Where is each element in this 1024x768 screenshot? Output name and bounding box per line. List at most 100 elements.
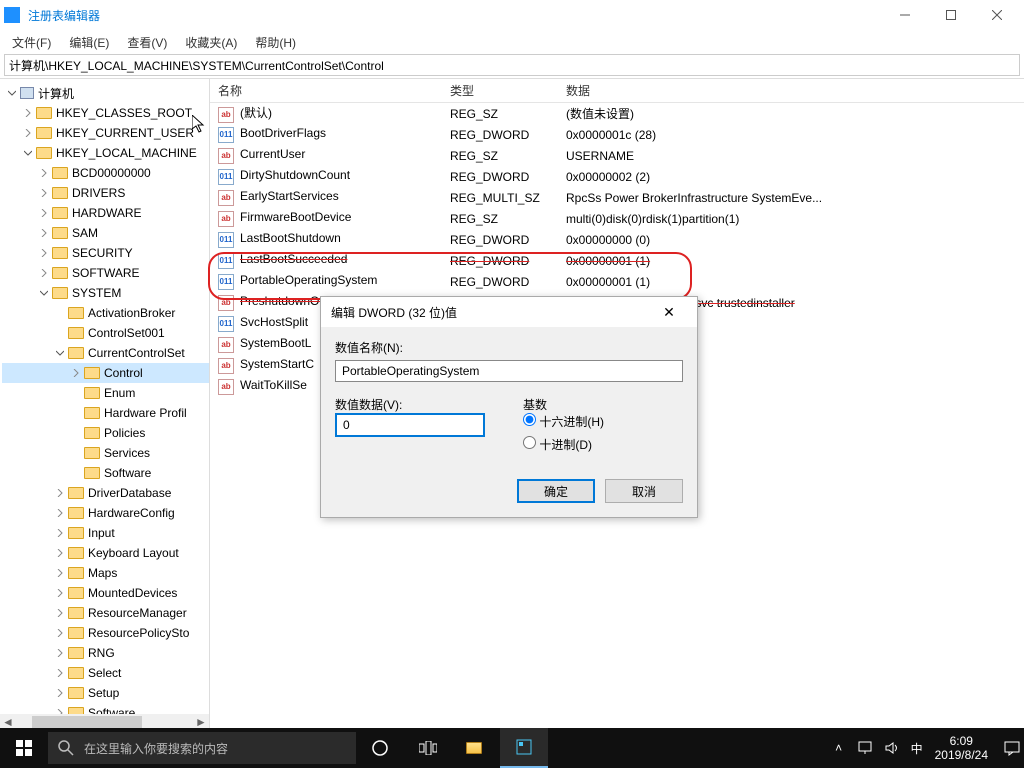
menu-view[interactable]: 查看(V) — [121, 32, 173, 53]
tree-node[interactable]: Services — [2, 443, 209, 463]
tree-node[interactable]: Setup — [2, 683, 209, 703]
tree-node[interactable]: Maps — [2, 563, 209, 583]
tree-node[interactable]: Hardware Profil — [2, 403, 209, 423]
tree-node[interactable]: DriverDatabase — [2, 483, 209, 503]
key-tree[interactable]: 计算机HKEY_CLASSES_ROOTHKEY_CURRENT_USERHKE… — [0, 79, 210, 730]
dialog-titlebar[interactable]: 编辑 DWORD (32 位)值 ✕ — [321, 297, 697, 327]
folder-icon — [52, 167, 68, 179]
string-value-icon: ab — [218, 379, 234, 395]
tree-node[interactable]: HKEY_CLASSES_ROOT — [2, 103, 209, 123]
address-bar[interactable]: 计算机\HKEY_LOCAL_MACHINE\SYSTEM\CurrentCon… — [4, 54, 1020, 76]
list-item[interactable]: 011PortableOperatingSystem REG_DWORD 0x0… — [210, 271, 1024, 292]
list-item[interactable]: 011LastBootShutdown REG_DWORD 0x00000000… — [210, 229, 1024, 250]
cancel-button[interactable]: 取消 — [605, 479, 683, 503]
ime-indicator[interactable]: 中 — [909, 740, 925, 756]
search-placeholder: 在这里输入你要搜索的内容 — [84, 740, 228, 757]
menu-file[interactable]: 文件(F) — [6, 32, 57, 53]
address-text: 计算机\HKEY_LOCAL_MACHINE\SYSTEM\CurrentCon… — [9, 57, 384, 74]
minimize-button[interactable] — [882, 0, 928, 30]
tree-node[interactable]: HKEY_CURRENT_USER — [2, 123, 209, 143]
folder-icon — [68, 327, 84, 339]
menu-help[interactable]: 帮助(H) — [249, 32, 302, 53]
tree-node[interactable]: 计算机 — [2, 83, 209, 103]
action-center-icon[interactable] — [1004, 740, 1020, 756]
search-icon — [58, 740, 74, 756]
radix-dec-radio[interactable]: 十进制(D) — [523, 436, 683, 453]
tree-node[interactable]: HARDWARE — [2, 203, 209, 223]
menubar: 文件(F) 编辑(E) 查看(V) 收藏夹(A) 帮助(H) — [0, 30, 1024, 54]
value-name-field[interactable] — [335, 360, 683, 382]
list-item[interactable]: 011LastBootSucceeded REG_DWORD 0x0000000… — [210, 250, 1024, 271]
explorer-icon[interactable] — [452, 728, 500, 768]
maximize-button[interactable] — [928, 0, 974, 30]
taskview-icon[interactable] — [404, 728, 452, 768]
dialog-close-button[interactable]: ✕ — [651, 297, 687, 327]
folder-icon — [84, 447, 100, 459]
col-data[interactable]: 数据 — [558, 82, 1024, 99]
menu-edit[interactable]: 编辑(E) — [63, 32, 115, 53]
tree-node[interactable]: Keyboard Layout — [2, 543, 209, 563]
volume-icon[interactable] — [883, 740, 899, 756]
taskbar-search[interactable]: 在这里输入你要搜索的内容 — [48, 732, 356, 764]
string-value-icon: ab — [218, 337, 234, 353]
tree-node[interactable]: SOFTWARE — [2, 263, 209, 283]
list-header[interactable]: 名称 类型 数据 — [210, 79, 1024, 103]
tree-node[interactable]: CurrentControlSet — [2, 343, 209, 363]
tree-node[interactable]: Policies — [2, 423, 209, 443]
network-icon[interactable] — [857, 740, 873, 756]
list-item[interactable]: abCurrentUser REG_SZ USERNAME — [210, 145, 1024, 166]
tree-node[interactable]: Software — [2, 463, 209, 483]
list-item[interactable]: 011BootDriverFlags REG_DWORD 0x0000001c … — [210, 124, 1024, 145]
edit-dword-dialog: 编辑 DWORD (32 位)值 ✕ 数值名称(N): 数值数据(V): 基数 … — [320, 296, 698, 518]
list-item[interactable]: ab(默认) REG_SZ (数值未设置) — [210, 103, 1024, 124]
list-item[interactable]: abFirmwareBootDevice REG_SZ multi(0)disk… — [210, 208, 1024, 229]
tree-node[interactable]: Input — [2, 523, 209, 543]
tree-node[interactable]: Control — [2, 363, 209, 383]
tree-node[interactable]: SAM — [2, 223, 209, 243]
dword-value-icon: 011 — [218, 316, 234, 332]
regedit-taskbar-icon[interactable] — [500, 728, 548, 768]
dword-value-icon: 011 — [218, 274, 234, 290]
close-button[interactable] — [974, 0, 1020, 30]
tree-node[interactable]: Enum — [2, 383, 209, 403]
folder-icon — [68, 687, 84, 699]
folder-icon — [68, 527, 84, 539]
tree-node[interactable]: ResourceManager — [2, 603, 209, 623]
dword-value-icon: 011 — [218, 169, 234, 185]
folder-icon — [52, 187, 68, 199]
value-data-field[interactable] — [335, 413, 485, 437]
folder-icon — [84, 407, 100, 419]
radix-hex-radio[interactable]: 十六进制(H) — [523, 413, 683, 430]
menu-favorites[interactable]: 收藏夹(A) — [179, 32, 243, 53]
tree-node[interactable]: Select — [2, 663, 209, 683]
ok-button[interactable]: 确定 — [517, 479, 595, 503]
string-value-icon: ab — [218, 107, 234, 123]
tree-node[interactable]: RNG — [2, 643, 209, 663]
folder-icon — [84, 427, 100, 439]
folder-icon — [68, 347, 84, 359]
string-value-icon: ab — [218, 211, 234, 227]
tree-node[interactable]: BCD00000000 — [2, 163, 209, 183]
clock[interactable]: 6:09 2019/8/24 — [935, 734, 994, 763]
tree-node[interactable]: MountedDevices — [2, 583, 209, 603]
tree-node[interactable]: HardwareConfig — [2, 503, 209, 523]
tree-node[interactable]: SECURITY — [2, 243, 209, 263]
folder-icon — [68, 627, 84, 639]
col-type[interactable]: 类型 — [442, 82, 558, 99]
taskbar[interactable]: 在这里输入你要搜索的内容 ˄ 中 6:09 2019/8/24 — [0, 728, 1024, 768]
folder-icon — [84, 387, 100, 399]
tray-chevron-icon[interactable]: ˄ — [831, 740, 847, 756]
tree-node[interactable]: ControlSet001 — [2, 323, 209, 343]
string-value-icon: ab — [218, 148, 234, 164]
cortana-icon[interactable] — [356, 728, 404, 768]
col-name[interactable]: 名称 — [210, 82, 442, 99]
tree-node[interactable]: SYSTEM — [2, 283, 209, 303]
list-item[interactable]: abEarlyStartServices REG_MULTI_SZ RpcSs … — [210, 187, 1024, 208]
tree-node[interactable]: ResourcePolicySto — [2, 623, 209, 643]
tree-node[interactable]: DRIVERS — [2, 183, 209, 203]
tree-node[interactable]: ActivationBroker — [2, 303, 209, 323]
start-button[interactable] — [0, 728, 48, 768]
list-item[interactable]: 011DirtyShutdownCount REG_DWORD 0x000000… — [210, 166, 1024, 187]
system-tray[interactable]: ˄ 中 6:09 2019/8/24 — [831, 734, 1024, 763]
tree-node[interactable]: HKEY_LOCAL_MACHINE — [2, 143, 209, 163]
